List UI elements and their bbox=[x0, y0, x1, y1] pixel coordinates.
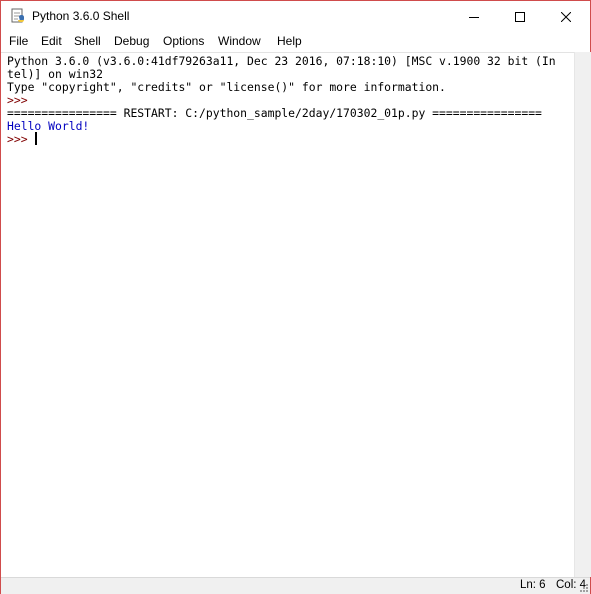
menu-file[interactable]: File bbox=[9, 34, 28, 48]
menu-debug[interactable]: Debug bbox=[114, 34, 149, 48]
shell-text-area[interactable]: Python 3.6.0 (v3.6.0:41df79263a11, Dec 2… bbox=[1, 52, 574, 578]
status-bar: Ln: 6 Col: 4 bbox=[1, 577, 590, 594]
menu-window-label: Window bbox=[218, 34, 261, 48]
menu-debug-label: Debug bbox=[114, 34, 150, 48]
menu-shell-label: Shell bbox=[74, 34, 101, 48]
menu-options[interactable]: Options bbox=[163, 34, 204, 48]
menu-edit[interactable]: Edit bbox=[41, 34, 62, 48]
menu-options-label: Options bbox=[163, 34, 205, 48]
menu-help[interactable]: Help bbox=[277, 34, 302, 48]
menu-help-label: Help bbox=[277, 34, 302, 48]
text-cursor bbox=[35, 132, 37, 145]
maximize-button[interactable] bbox=[497, 1, 543, 32]
menu-bar: File Edit Shell Debug Options Window Hel… bbox=[1, 32, 590, 52]
close-button[interactable] bbox=[543, 1, 589, 32]
menu-edit-label: Edit bbox=[41, 34, 62, 48]
window-title: Python 3.6.0 Shell bbox=[32, 9, 130, 23]
shell-prompt-2: >>> bbox=[7, 132, 35, 146]
minimize-icon bbox=[469, 16, 479, 18]
resize-grip-icon[interactable] bbox=[578, 582, 589, 593]
menu-file-label: File bbox=[9, 34, 29, 48]
close-icon bbox=[561, 11, 571, 22]
minimize-button[interactable] bbox=[451, 1, 497, 32]
menu-shell[interactable]: Shell bbox=[74, 34, 101, 48]
idle-shell-window: Python 3.6.0 Shell File Edit Shell Debug… bbox=[0, 0, 591, 594]
python-idle-icon bbox=[11, 8, 24, 23]
maximize-icon bbox=[515, 11, 525, 22]
vertical-scrollbar[interactable] bbox=[574, 52, 591, 577]
title-bar[interactable]: Python 3.6.0 Shell bbox=[1, 1, 590, 32]
menu-window[interactable]: Window bbox=[218, 34, 261, 48]
status-line: Ln: 6 bbox=[520, 579, 546, 591]
shell-banner-line-3: Type "copyright", "credits" or "license(… bbox=[7, 80, 446, 94]
